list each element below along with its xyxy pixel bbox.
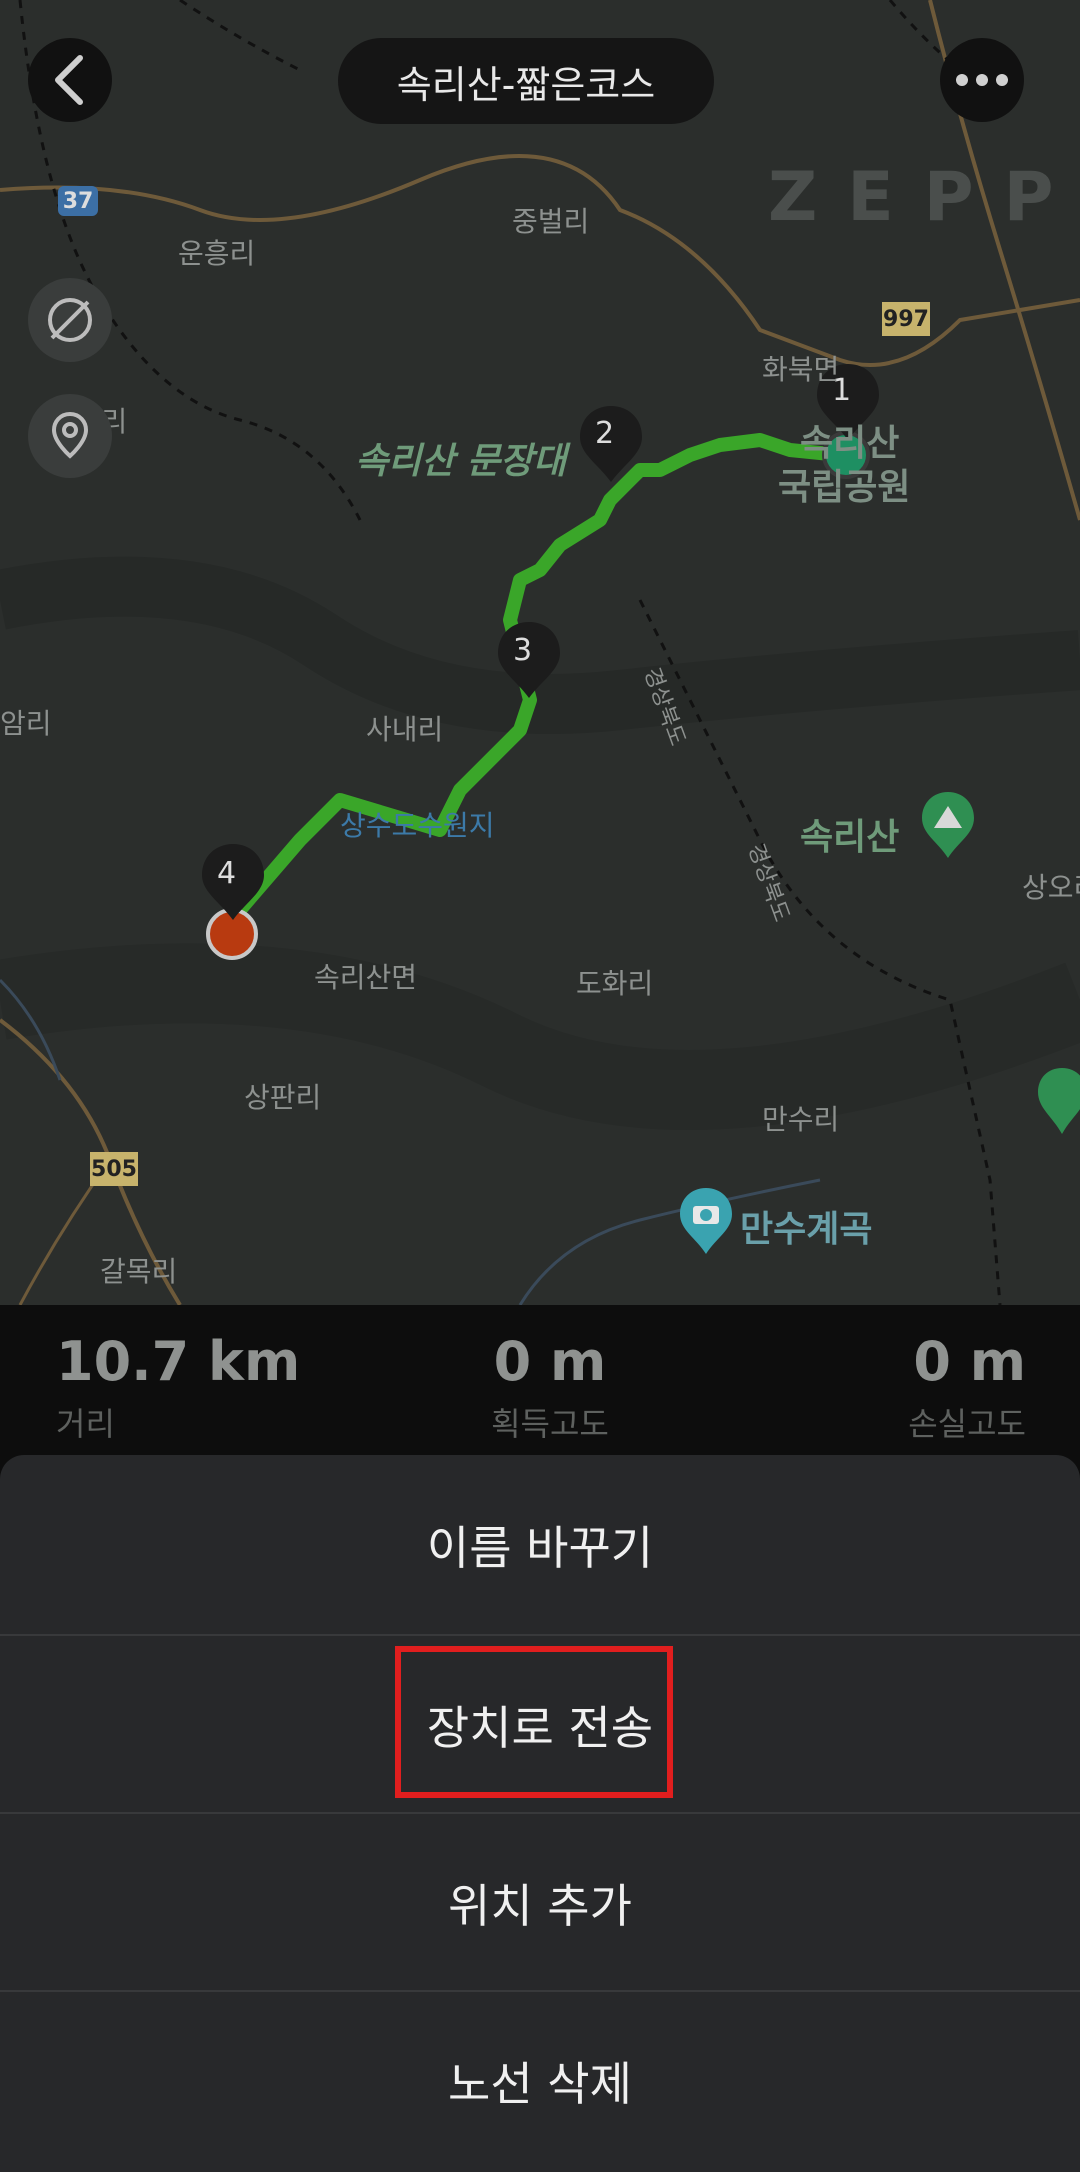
elevation-gain-stat: 0 m 획득고도 [480,1330,620,1445]
distance-label: 거리 [56,1405,115,1443]
waypoint-label-2: 2 [595,416,615,451]
road-number-badge: 37 [58,186,98,216]
peak-label: 속리산 [800,817,900,858]
route-map[interactable]: 1 2 3 4 중벌리 운흥리 화북면 사정리 속리산 문장대 속리산 국립공원… [0,0,1080,1305]
more-horizontal-icon [956,74,1008,86]
elevation-loss-stat: 0 m 손실고도 [908,1330,1026,1445]
park-label: 속리산 문장대 [355,441,567,482]
place-label: 운흥리 [178,237,256,270]
delete-route-option[interactable]: 노선 삭제 [0,1992,1080,2170]
back-button[interactable] [28,38,112,122]
place-label: 상수도수원지 [340,809,495,842]
layer-toggle-button[interactable] [28,278,112,362]
park-label: 국립공원 [778,467,911,508]
place-label: 중벌리 [512,205,590,238]
no-layer-icon [48,298,92,342]
route-title: 속리산-짧은코스 [338,38,714,124]
waypoint-label-3: 3 [513,633,533,668]
road-number-badge: 505 [90,1152,138,1186]
place-label: 도화리 [576,967,654,1000]
road-number-badge: 997 [882,302,930,336]
place-label: 사내리 [366,713,444,746]
camera-poi-icon[interactable] [678,1186,734,1256]
mountain-poi-icon[interactable] [920,790,976,860]
highlight-box [395,1646,673,1798]
my-location-button[interactable] [28,394,112,478]
poi-label: 만수계곡 [740,1209,873,1250]
chevron-left-icon [55,55,83,105]
elevation-gain-label: 획득고도 [491,1405,609,1443]
place-label: 상판리 [244,1081,322,1114]
elevation-loss-label: 손실고도 [908,1405,1026,1443]
place-label: 상오리 [1022,871,1080,904]
zepp-watermark: ZEPP [768,158,1080,237]
place-label: 만수리 [762,1103,840,1136]
more-button[interactable] [940,38,1024,122]
place-label: 화북면 [762,353,840,386]
place-label: 암리 [0,707,52,740]
rename-option[interactable]: 이름 바꾸기 [0,1456,1080,1634]
place-label: 속리산면 [314,961,418,994]
distance-value: 10.7 km [56,1330,301,1393]
waypoint-label-4: 4 [217,856,237,891]
distance-stat: 10.7 km 거리 [56,1330,300,1445]
place-label: 갈목리 [100,1255,178,1288]
location-pin-icon [51,411,89,459]
tree-poi-icon[interactable] [1036,1066,1080,1136]
elevation-gain-value: 0 m [493,1330,607,1393]
elevation-loss-value: 0 m [913,1330,1026,1393]
add-location-option[interactable]: 위치 추가 [0,1814,1080,1992]
